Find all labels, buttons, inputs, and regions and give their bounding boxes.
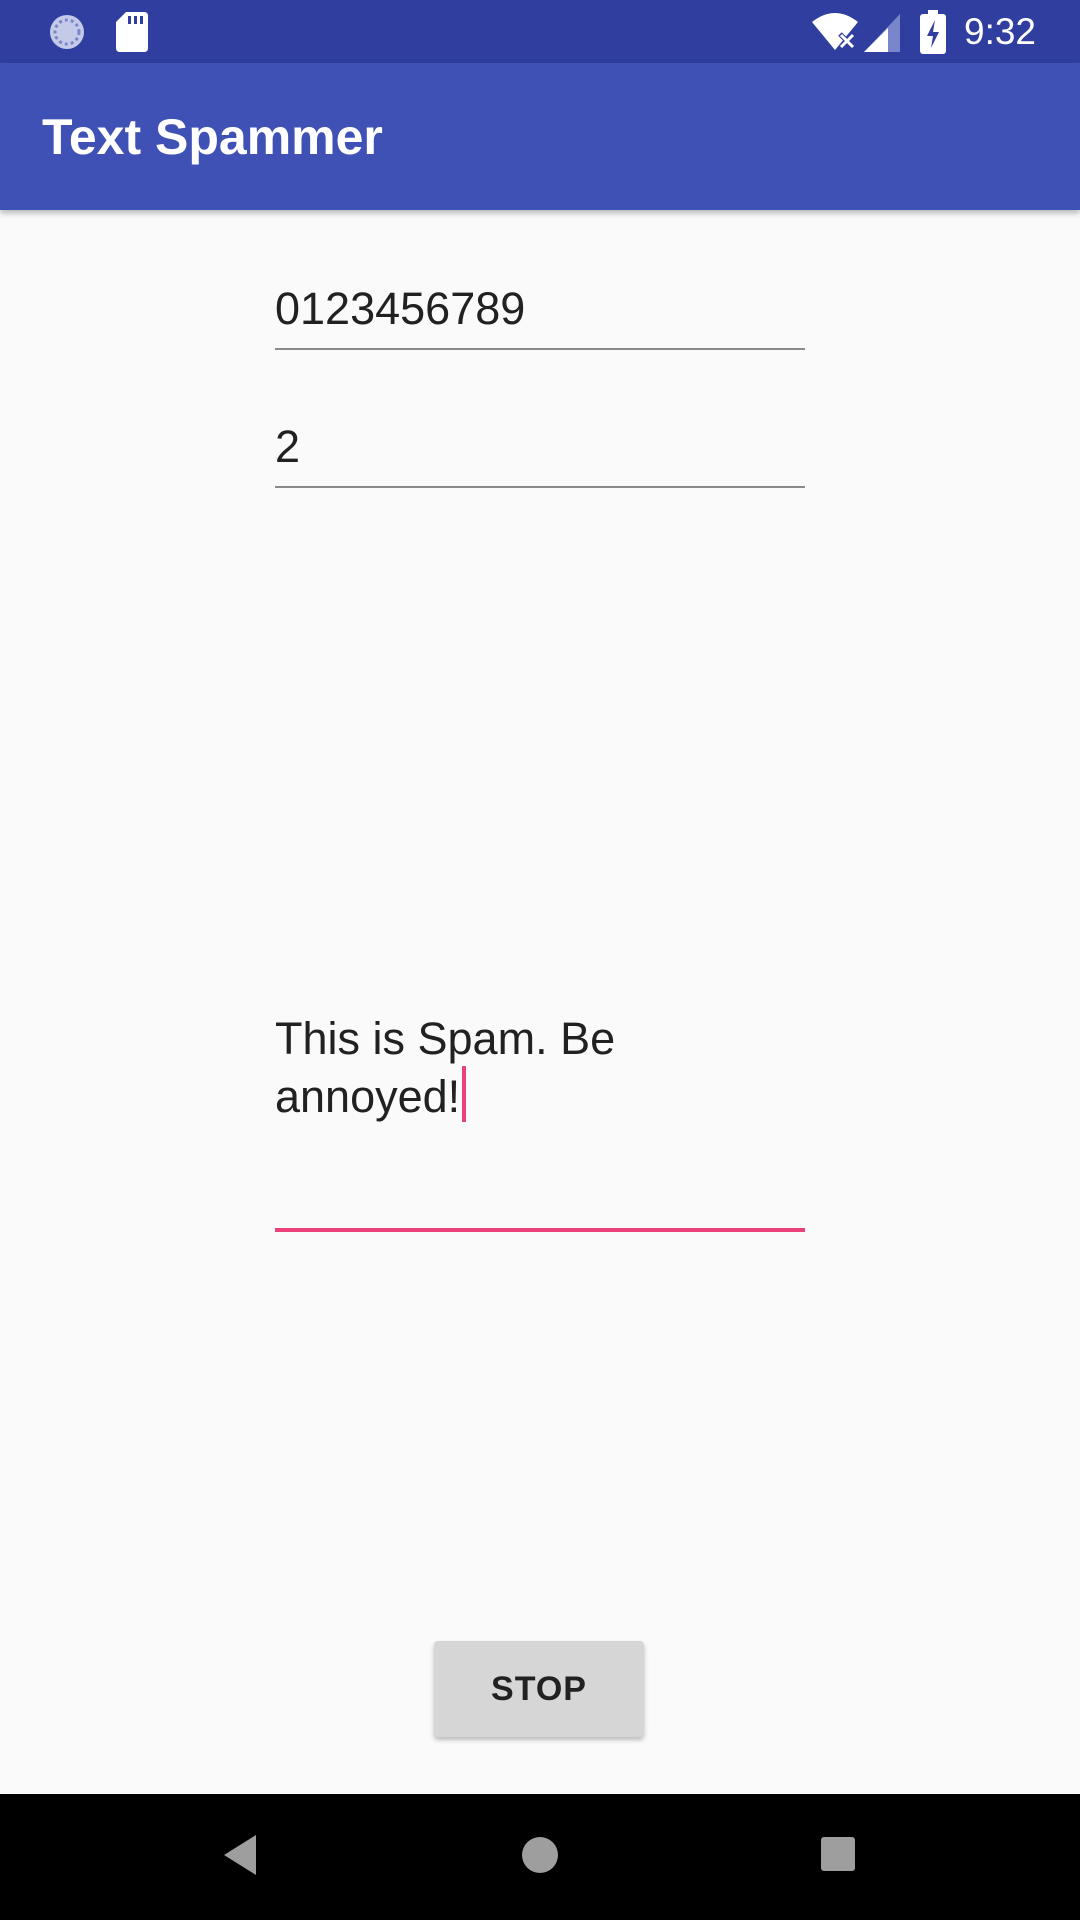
sync-icon bbox=[50, 15, 84, 49]
phone-number-value: 0123456789 bbox=[275, 283, 526, 334]
field-underline-focused bbox=[275, 1228, 805, 1232]
signal-icon bbox=[864, 14, 900, 52]
battery-icon bbox=[920, 10, 946, 54]
sd-card-icon bbox=[116, 12, 148, 52]
status-bar: 9:32 bbox=[0, 0, 1080, 63]
message-value: This is Spam. Be annoyed! bbox=[275, 1013, 616, 1122]
recents-icon[interactable] bbox=[820, 1836, 856, 1872]
back-icon[interactable] bbox=[222, 1833, 258, 1877]
field-underline bbox=[275, 486, 805, 488]
phone-number-input[interactable]: 0123456789 bbox=[275, 282, 805, 350]
count-input[interactable]: 2 bbox=[275, 420, 805, 488]
message-input[interactable]: This is Spam. Be annoyed! bbox=[275, 1012, 805, 1232]
field-underline bbox=[275, 348, 805, 350]
home-icon[interactable] bbox=[521, 1836, 559, 1874]
stop-button[interactable]: STOP bbox=[434, 1641, 644, 1737]
wifi-icon bbox=[812, 13, 858, 50]
app-bar: Text Spammer bbox=[0, 63, 1080, 210]
status-time: 9:32 bbox=[964, 11, 1037, 52]
text-cursor bbox=[462, 1066, 467, 1122]
count-value: 2 bbox=[275, 421, 301, 472]
app-title: Text Spammer bbox=[42, 109, 383, 165]
navigation-bar bbox=[0, 1794, 1080, 1920]
